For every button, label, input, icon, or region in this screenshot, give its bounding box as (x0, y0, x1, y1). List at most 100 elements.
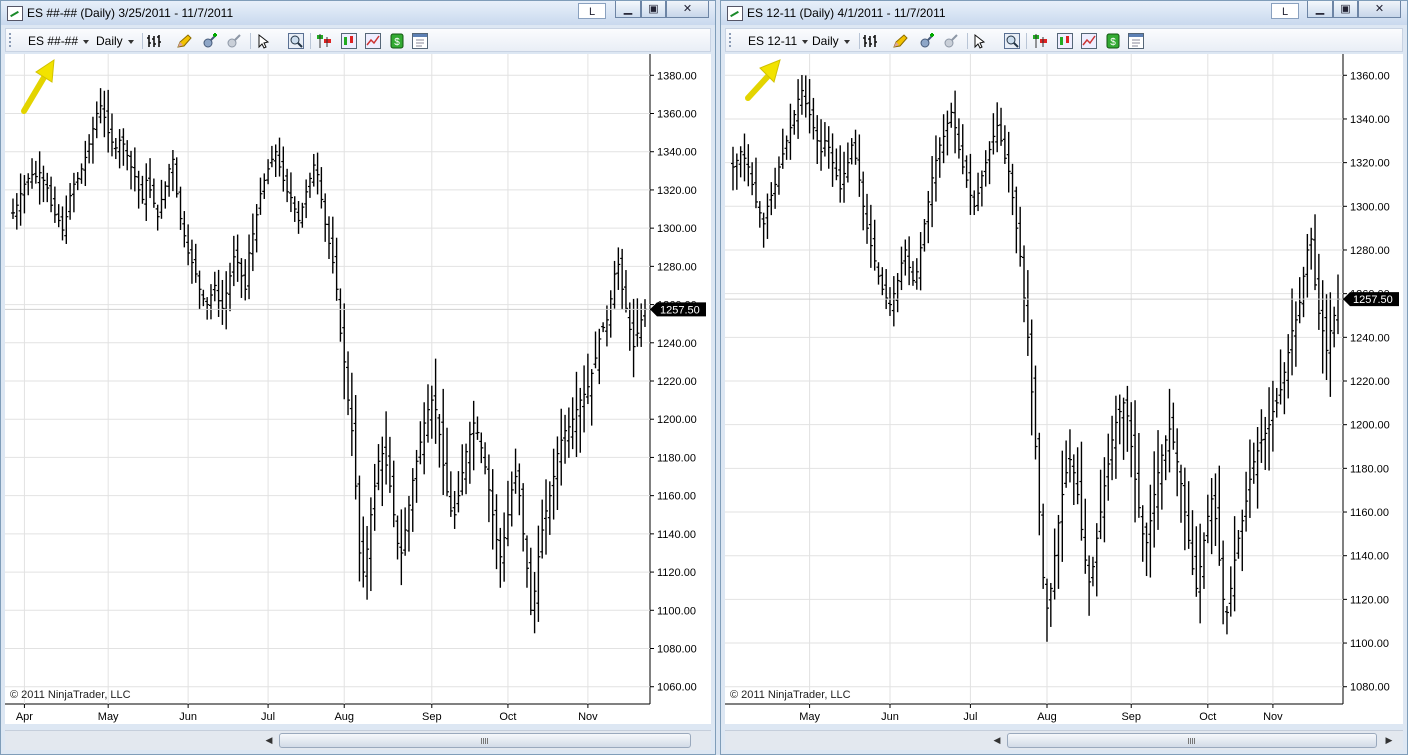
data-series-icon[interactable] (1057, 33, 1073, 49)
pencil-icon[interactable] (892, 33, 908, 49)
add-indicator-icon[interactable] (919, 33, 935, 49)
scroll-left-icon[interactable]: ◀ (261, 733, 277, 747)
ohlc-bar (467, 421, 472, 484)
data-series-icon[interactable] (341, 33, 357, 49)
y-tick-label: 1120.00 (657, 567, 696, 579)
ohlc-bar (315, 152, 320, 195)
title-bar[interactable]: ES 12-11 (Daily) 4/1/2011 - 11/7/2011 L … (721, 1, 1407, 25)
scroll-left-icon[interactable]: ◀ (989, 733, 1005, 747)
ohlc-bar (585, 353, 590, 405)
ohlc-bar (1014, 186, 1019, 254)
ohlc-bar (930, 156, 935, 228)
add-indicator-icon[interactable] (202, 33, 218, 49)
ohlc-bar (551, 448, 556, 520)
ohlc-bar (1201, 532, 1206, 589)
y-tick-label: 1360.00 (657, 109, 697, 121)
horizontal-scrollbar[interactable]: ◀ ▶ (725, 730, 1403, 750)
minimize-button[interactable]: ▁ (615, 1, 641, 18)
interval-label: Daily (812, 34, 839, 48)
scroll-thumb[interactable] (279, 733, 691, 748)
ohlc-bar (532, 571, 537, 634)
toolbar-grip[interactable] (9, 33, 13, 47)
ohlc-bar (1286, 334, 1291, 399)
title-bar[interactable]: ES ##-## (Daily) 3/25/2011 - 11/7/2011 L… (1, 1, 715, 25)
ohlc-bar (1179, 464, 1184, 523)
cursor-icon[interactable] (256, 33, 272, 49)
ohlc-bar (502, 512, 507, 582)
cursor-icon[interactable] (972, 33, 988, 49)
ohlc-bar (799, 75, 804, 115)
ohlc-bar (445, 427, 450, 497)
ohlc-bar (349, 372, 354, 457)
zoom-icon[interactable] (1004, 33, 1020, 49)
maximize-button[interactable]: ▣ (1333, 1, 1358, 18)
ohlc-bar (635, 298, 640, 347)
y-tick-label: 1060.00 (657, 682, 697, 694)
horizontal-scrollbar[interactable]: ◀ (5, 730, 711, 750)
ohlc-bar (734, 153, 739, 190)
close-button[interactable]: ✕ (1358, 1, 1401, 18)
ohlc-bar (327, 216, 331, 260)
remove-indicator-icon[interactable] (226, 33, 242, 49)
price-chart[interactable]: 1060.00 1080.00 1100.00 1120.00 1140.00 1160.… (5, 54, 711, 724)
ohlc-bar (1182, 467, 1187, 551)
pencil-icon[interactable] (176, 33, 192, 49)
ohlc-bar (41, 165, 46, 203)
strategies-icon[interactable]: $ (1105, 33, 1121, 49)
ohlc-bar (865, 193, 870, 244)
y-tick-label: 1180.00 (657, 452, 696, 464)
bar-style-icon[interactable] (146, 33, 162, 49)
ohlc-bar (464, 443, 469, 495)
minimize-button[interactable]: ▁ (1307, 1, 1333, 18)
instrument-selector[interactable]: ES ##-## (28, 34, 90, 48)
ohlc-bar (1313, 214, 1318, 291)
ohlc-bar (159, 179, 164, 219)
ohlc-bar (566, 407, 571, 458)
ohlc-bar (574, 371, 579, 458)
ohlc-bar (277, 137, 282, 177)
indicators-icon[interactable] (365, 33, 381, 49)
ohlc-bar (235, 234, 240, 282)
remove-indicator-icon[interactable] (943, 33, 959, 49)
ohlc-bar (422, 402, 427, 475)
chevron-down-icon (127, 39, 134, 44)
ohlc-bar (1221, 540, 1226, 625)
last-price-label: 1257.50 (1353, 294, 1393, 306)
ohlc-bar (612, 260, 617, 309)
toolbar-grip[interactable] (729, 33, 733, 47)
ohlc-bar (338, 288, 343, 342)
interval-selector[interactable]: Daily (812, 34, 850, 48)
ohlc-bar (1067, 429, 1072, 483)
link-button[interactable]: L (1271, 3, 1299, 19)
ohlc-bar (250, 213, 255, 272)
ohlc-bar (746, 144, 751, 187)
ohlc-bar (1240, 509, 1245, 572)
bar-style-icon[interactable] (862, 33, 878, 49)
ohlc-bar (517, 463, 522, 516)
properties-icon[interactable] (1128, 33, 1144, 49)
close-button[interactable]: ✕ (666, 1, 709, 18)
indicators-icon[interactable] (1081, 33, 1097, 49)
properties-icon[interactable] (412, 33, 428, 49)
chart-window-left: ES ##-## (Daily) 3/25/2011 - 11/7/2011 L… (0, 0, 716, 755)
chart-trader-icon[interactable] (1032, 33, 1048, 49)
ohlc-bar (964, 155, 969, 188)
interval-selector[interactable]: Daily (96, 34, 134, 48)
ohlc-bar (910, 261, 915, 286)
ohlc-bar (945, 110, 950, 156)
strategies-icon[interactable]: $ (389, 33, 405, 49)
chart-trader-icon[interactable] (316, 33, 332, 49)
scroll-thumb[interactable] (1007, 733, 1377, 748)
ohlc-bar (907, 236, 912, 286)
ohlc-bar (346, 351, 351, 416)
link-button[interactable]: L (578, 3, 606, 19)
price-chart[interactable]: 1080.00 1100.00 1120.00 1140.00 1160.00 1180.… (725, 54, 1403, 724)
maximize-button[interactable]: ▣ (641, 1, 666, 18)
instrument-selector[interactable]: ES 12-11 (748, 34, 809, 48)
scroll-right-icon[interactable]: ▶ (1381, 733, 1397, 747)
ohlc-bar (98, 88, 103, 124)
zoom-icon[interactable] (288, 33, 304, 49)
ohlc-bar (224, 271, 229, 330)
ohlc-bar (406, 495, 411, 552)
ohlc-bar (1129, 402, 1134, 478)
